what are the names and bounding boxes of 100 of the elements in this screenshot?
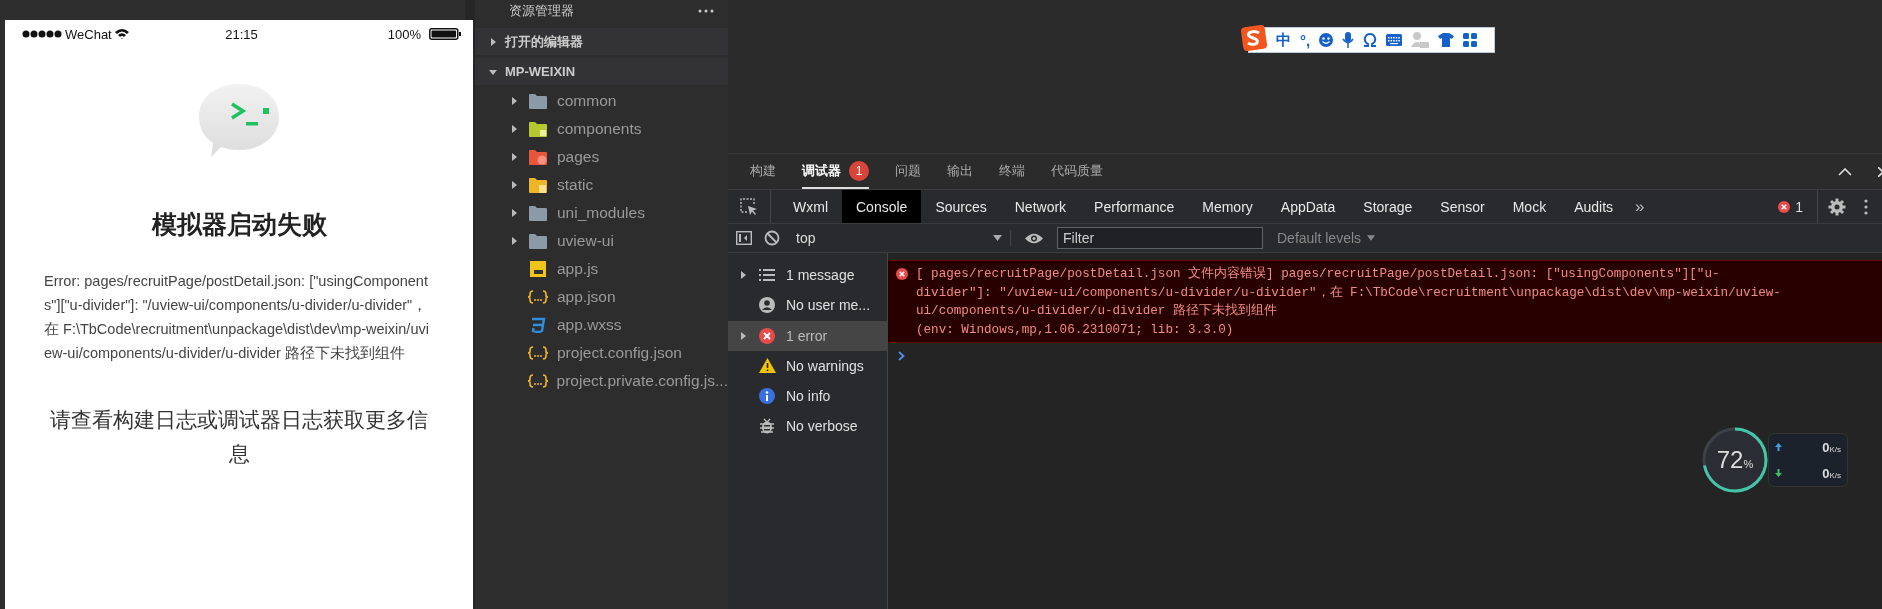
panel-tab[interactable]: 终端 [999, 154, 1025, 189]
chat-bubble-icon [198, 84, 280, 158]
panel-tab[interactable]: 问题 [895, 154, 921, 189]
file-tree-item[interactable]: uni_modules [475, 199, 728, 227]
caret-icon [1367, 235, 1376, 241]
console-filter-item[interactable]: No warnings [728, 350, 887, 381]
panel-tab[interactable]: 输出 [947, 154, 973, 189]
grid-icon[interactable] [1463, 33, 1478, 47]
settings-icon[interactable] [1828, 197, 1846, 216]
file-tree-item[interactable]: project.config.json [475, 339, 728, 367]
caret-icon [510, 125, 518, 133]
caret-icon [510, 97, 518, 105]
list-icon [759, 269, 775, 281]
more-icon[interactable] [1864, 198, 1868, 215]
console-filter-item[interactable]: No user me... [728, 290, 887, 321]
bug-icon [759, 418, 775, 435]
folder-icon [529, 205, 547, 221]
devtools-tab[interactable]: Performance [1080, 190, 1189, 223]
smiley-icon[interactable] [1319, 33, 1334, 47]
section-header[interactable]: 打开的编辑器 [475, 28, 728, 55]
caret-icon [510, 209, 518, 217]
devtools-tab[interactable]: AppData [1266, 190, 1350, 223]
more-icon[interactable] [698, 9, 714, 13]
console-filter-item[interactable]: 1 message [728, 260, 887, 290]
ime-punctuation[interactable]: °, [1300, 31, 1311, 49]
devtools-tab[interactable]: Sources [921, 190, 1001, 223]
devtools-tab[interactable]: Network [1000, 190, 1081, 223]
microphone-icon[interactable] [1342, 32, 1355, 48]
devtools-tab[interactable]: Mock [1498, 190, 1561, 223]
devtools-tab[interactable]: Storage [1349, 190, 1427, 223]
file-tree-item[interactable]: app.wxss [475, 311, 728, 339]
error-icon [1778, 200, 1791, 213]
section-header[interactable]: MP-WEIXIN [475, 58, 728, 85]
devtools-tab[interactable]: Audits [1560, 190, 1628, 223]
user-icon [759, 297, 775, 314]
battery-icon [429, 28, 461, 40]
panel-tab[interactable]: 构建 [750, 154, 776, 189]
context-select[interactable]: top [792, 230, 1011, 246]
eye-icon[interactable] [1025, 232, 1043, 244]
log-levels-dropdown[interactable]: Default levels [1277, 230, 1376, 246]
error-icon [896, 268, 908, 280]
upload-speed: 0K/s [1822, 439, 1841, 455]
braces-icon [528, 346, 548, 360]
clock-time: 21:15 [224, 26, 259, 42]
inspect-icon[interactable] [740, 197, 758, 216]
info-icon [759, 388, 775, 405]
carrier-name: WeChat [65, 26, 112, 42]
download-arrow-icon [1775, 469, 1782, 477]
folder-icon [529, 121, 547, 137]
chevron-up-icon[interactable] [1838, 167, 1852, 176]
caret-icon [739, 331, 747, 340]
caret-icon [510, 153, 518, 161]
keyboard-icon[interactable] [1386, 34, 1403, 46]
cpu-usage: 72% [1716, 446, 1754, 474]
filter-field[interactable]: Filter [1057, 227, 1263, 249]
error-badge: 1 [849, 160, 869, 181]
console-filter-item[interactable]: No info [728, 381, 887, 412]
caret-icon [489, 67, 497, 76]
panel-tab[interactable]: 代码质量 [1051, 154, 1103, 189]
ime-mode[interactable]: 中 [1276, 30, 1291, 50]
braces-icon [528, 290, 548, 304]
hint-text: 请查看构建日志或调试器日志获取更多信息 [49, 407, 429, 467]
shirt-icon[interactable] [1438, 33, 1455, 47]
js-file-icon [530, 261, 546, 277]
error-icon [759, 327, 775, 344]
folder-icon [529, 149, 547, 165]
css-file-icon [530, 317, 546, 333]
wifi-icon [114, 29, 129, 39]
file-tree-item[interactable]: static [475, 171, 728, 199]
error-message: [ pages/recruitPage/postDetail.json 文件内容错误] pages/recruitPage/postDetail.json: ["usingComponents"]["u- divider"]: "/uview-ui/components/u-divider/u-divider"，在 F:\TbCode\recruitment\unpackage\dist\dev\mp-weixin/uview- ui/components/u-divider/u-divider 路径下未找到组件 (env: Windows,mp,1.06.2310071; lib: 3.3.0) [916, 265, 1781, 339]
braces-icon [527, 374, 548, 388]
caret-icon [489, 37, 497, 46]
file-tree-item[interactable]: pages [475, 143, 728, 171]
file-tree-item[interactable]: components [475, 115, 728, 143]
file-tree-item[interactable]: app.json [475, 283, 728, 311]
caret-icon [739, 271, 747, 279]
folder-icon [529, 177, 547, 193]
file-tree-item[interactable]: project.private.config.js... [475, 367, 728, 395]
more-tabs-button[interactable]: » [1635, 196, 1645, 217]
console-filter-item[interactable]: No verbose [728, 411, 887, 442]
folder-icon [529, 93, 547, 109]
explorer-title: 资源管理器 [509, 2, 574, 20]
file-tree-item[interactable]: common [475, 87, 728, 115]
console-filter-item[interactable]: 1 error [728, 320, 887, 351]
sidebar-toggle-icon[interactable] [736, 231, 752, 245]
error-count[interactable]: 1 [1795, 198, 1803, 215]
error-details: Error: pages/recruitPage/postDetail.json: ["usingComponents"]["u-divider"]: "/uview-ui/components/u-divider/u-divider"，在 F:\TbCode\recruitment\unpackage\dist\dev\mp-weixin/uview-ui/components/u-divider/u-divider 路径下未找到组件 [44, 272, 430, 363]
devtools-tab[interactable]: Console [842, 190, 922, 223]
devtools-tab[interactable]: Sensor [1426, 190, 1499, 223]
omega-icon[interactable] [1363, 33, 1378, 47]
file-tree-item[interactable]: app.js [475, 255, 728, 283]
devtools-tab[interactable]: Memory [1188, 190, 1267, 223]
battery-percent: 100% [387, 26, 421, 42]
clear-console-icon[interactable] [764, 230, 780, 246]
caret-icon [510, 237, 518, 245]
file-tree-item[interactable]: uview-ui [475, 227, 728, 255]
folder-icon [529, 233, 547, 249]
caret-icon [510, 181, 518, 189]
upload-arrow-icon [1775, 443, 1782, 451]
devtools-tab[interactable]: Wxml [779, 190, 842, 223]
